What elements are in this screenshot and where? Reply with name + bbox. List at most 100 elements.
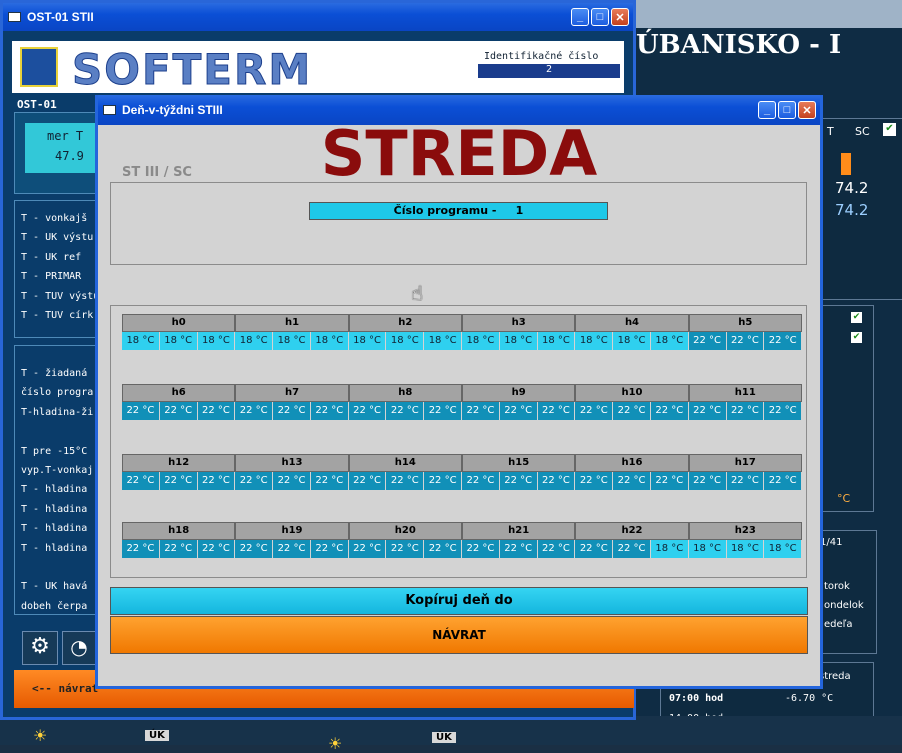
uk-label: ÚK	[145, 730, 169, 741]
temp-cell[interactable]: 22 °C	[726, 402, 765, 420]
day-item[interactable]: ondelok	[824, 600, 864, 611]
temp-cell[interactable]: 22 °C	[348, 540, 387, 558]
temp-cell[interactable]: 18 °C	[499, 332, 538, 350]
temp-cell[interactable]: 22 °C	[499, 540, 538, 558]
temp-cell[interactable]: 22 °C	[462, 472, 500, 490]
temp-cell[interactable]: 18 °C	[726, 540, 765, 558]
temp-cell[interactable]: 18 °C	[348, 332, 387, 350]
temp-row: 22 °C 22 °C 22 °C 22 °C 22 °C 22 °C 22 °C 22 °C…	[122, 402, 803, 420]
temp-cell[interactable]: 22 °C	[613, 472, 651, 490]
temp-cell[interactable]: 22 °C	[310, 402, 349, 420]
temp-cell[interactable]: 22 °C	[764, 472, 803, 490]
temp-cell[interactable]: 22 °C	[462, 402, 500, 420]
temp-cell[interactable]: 18 °C	[650, 332, 689, 350]
temp-cell[interactable]: 22 °C	[197, 472, 236, 490]
temp-cell[interactable]: 22 °C	[499, 402, 538, 420]
temp-cell[interactable]: 22 °C	[575, 472, 614, 490]
temp-cell[interactable]: 18 °C	[273, 332, 311, 350]
taskbar-strip	[636, 0, 902, 28]
hour-group: h12 h13 h14 h15 h16 h17 22 °C 22 °C 22 °C 22 °C 22…	[122, 454, 803, 490]
temp-cell[interactable]: 22 °C	[650, 472, 689, 490]
temp-cell[interactable]: 18 °C	[159, 332, 198, 350]
list-item: číslo progra	[21, 387, 94, 399]
temp-cell[interactable]: 22 °C	[688, 402, 727, 420]
return-button[interactable]: NÁVRAT	[110, 616, 808, 654]
temp-cell[interactable]: 22 °C	[613, 402, 651, 420]
check-icon[interactable]: ✔	[851, 332, 862, 343]
temp-cell[interactable]: 22 °C	[122, 540, 160, 558]
temp-cell[interactable]: 22 °C	[273, 540, 311, 558]
temp-row: 18 °C 18 °C 18 °C 18 °C 18 °C 18 °C 18 °C 18 °C…	[122, 332, 803, 350]
temp-cell[interactable]: 18 °C	[688, 540, 727, 558]
temp-cell[interactable]: 22 °C	[537, 540, 576, 558]
temp-cell[interactable]: 22 °C	[235, 540, 274, 558]
temp-cell[interactable]: 18 °C	[537, 332, 576, 350]
temp-cell[interactable]: 22 °C	[273, 472, 311, 490]
day-item[interactable]: edeľa	[824, 619, 853, 630]
temp-cell[interactable]: 18 °C	[310, 332, 349, 350]
temp-cell[interactable]: 22 °C	[348, 402, 387, 420]
temp-cell[interactable]: 22 °C	[122, 472, 160, 490]
day-item[interactable]: torok	[824, 581, 850, 592]
temp-cell[interactable]: 18 °C	[764, 540, 803, 558]
tab-t[interactable]: T	[827, 125, 834, 138]
temp-cell[interactable]: 22 °C	[726, 472, 765, 490]
temp-cell[interactable]: 22 °C	[537, 402, 576, 420]
temp-cell[interactable]: 22 °C	[424, 540, 463, 558]
temp-cell[interactable]: 18 °C	[575, 332, 614, 350]
temp-cell[interactable]: 18 °C	[386, 332, 425, 350]
temp-cell[interactable]: 22 °C	[650, 402, 689, 420]
copy-day-button[interactable]: Kopíruj deň do	[110, 587, 808, 615]
program-number[interactable]: Číslo programu - 1	[309, 202, 608, 220]
mer-label: mer T	[47, 129, 84, 143]
temp-cell[interactable]: 22 °C	[310, 472, 349, 490]
gauge-icon[interactable]: ◔	[62, 631, 96, 665]
gear-icon[interactable]: ⚙	[22, 631, 58, 665]
hour-label: h13	[235, 454, 349, 472]
temp-cell[interactable]: 18 °C	[197, 332, 236, 350]
temp-cell[interactable]: 22 °C	[159, 402, 198, 420]
temp-cell[interactable]: 22 °C	[386, 472, 425, 490]
close-button[interactable]: ✕	[611, 8, 629, 26]
temp-cell[interactable]: 22 °C	[386, 402, 425, 420]
temp-cell[interactable]: 22 °C	[386, 540, 425, 558]
tab-sc[interactable]: SC	[855, 125, 870, 138]
temp-cell[interactable]: 18 °C	[122, 332, 160, 350]
hourly-schedule: h0 h1 h2 h3 h4 h5 18 °C 18 °C 18 °C 18 °C 18 °C 18 …	[110, 305, 807, 578]
temp-cell[interactable]: 18 °C	[424, 332, 463, 350]
temp-cell[interactable]: 18 °C	[650, 540, 689, 558]
temp-cell[interactable]: 22 °C	[726, 332, 765, 350]
temp-cell[interactable]: 22 °C	[310, 540, 349, 558]
temp-cell[interactable]: 18 °C	[235, 332, 274, 350]
check-icon[interactable]: ✔	[883, 123, 896, 136]
temp-cell[interactable]: 22 °C	[197, 540, 236, 558]
temp-cell[interactable]: 22 °C	[764, 402, 803, 420]
temp-cell[interactable]: 22 °C	[688, 472, 727, 490]
temp-cell[interactable]: 22 °C	[159, 472, 198, 490]
temp-cell[interactable]: 22 °C	[273, 402, 311, 420]
temp-cell[interactable]: 22 °C	[688, 332, 727, 350]
maximize-button[interactable]: □	[591, 8, 609, 26]
temp-cell[interactable]: 22 °C	[462, 540, 500, 558]
minimize-button[interactable]: _	[571, 8, 589, 26]
temp-cell[interactable]: 22 °C	[537, 472, 576, 490]
temp-cell[interactable]: 22 °C	[613, 540, 651, 558]
temp-cell[interactable]: 18 °C	[462, 332, 500, 350]
temp-cell[interactable]: 22 °C	[122, 402, 160, 420]
temp-cell[interactable]: 22 °C	[235, 402, 274, 420]
check-icon[interactable]: ✔	[851, 312, 862, 323]
temp-cell[interactable]: 22 °C	[575, 540, 614, 558]
hand-cursor-icon: ☝	[411, 281, 424, 305]
temp-cell[interactable]: 22 °C	[197, 402, 236, 420]
temp-cell[interactable]: 22 °C	[424, 402, 463, 420]
temp-cell[interactable]: 22 °C	[764, 332, 803, 350]
temp-cell[interactable]: 22 °C	[424, 472, 463, 490]
ost01-titlebar[interactable]: OST-01 STII _ □ ✕	[3, 3, 633, 31]
temp-cell[interactable]: 22 °C	[235, 472, 274, 490]
station-header: ÚBANISKO - I	[636, 30, 842, 60]
temp-cell[interactable]: 22 °C	[499, 472, 538, 490]
temp-cell[interactable]: 22 °C	[575, 402, 614, 420]
temp-cell[interactable]: 22 °C	[348, 472, 387, 490]
temp-cell[interactable]: 22 °C	[159, 540, 198, 558]
temp-cell[interactable]: 18 °C	[613, 332, 651, 350]
